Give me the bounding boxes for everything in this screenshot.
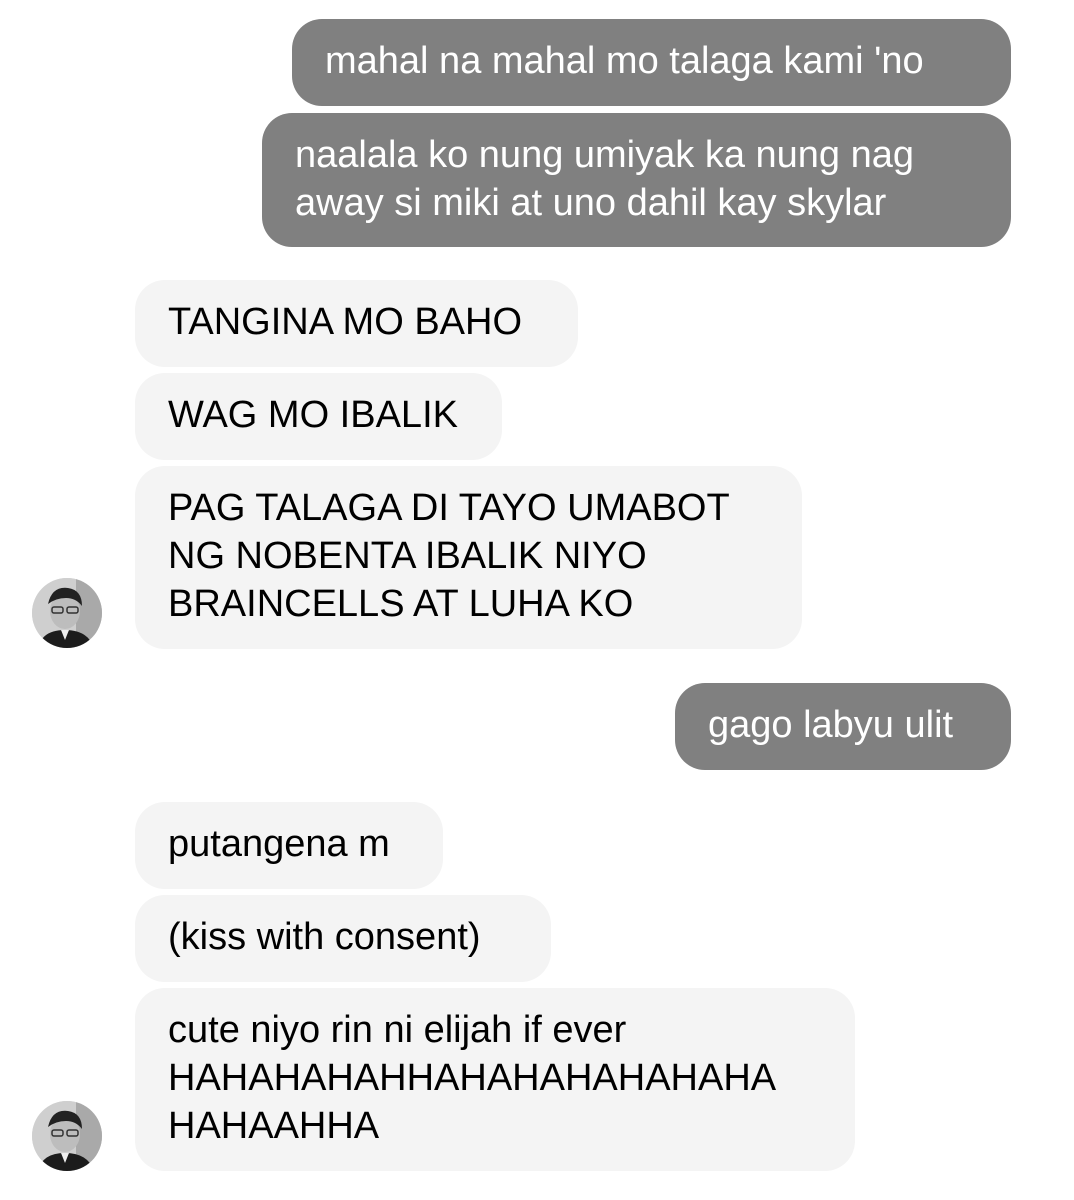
- outgoing-message-bubble[interactable]: mahal na mahal mo talaga kami 'no: [292, 19, 1011, 106]
- person-photo-icon: [32, 1101, 102, 1171]
- incoming-message-bubble[interactable]: putangena m: [135, 802, 443, 889]
- outgoing-message-bubble[interactable]: naalala ko nung umiyak ka nung nag away …: [262, 113, 1011, 247]
- outgoing-message-bubble[interactable]: gago labyu ulit: [675, 683, 1011, 770]
- incoming-message-bubble[interactable]: (kiss with consent): [135, 895, 551, 982]
- person-photo-icon: [32, 578, 102, 648]
- incoming-message-bubble[interactable]: WAG MO IBALIK: [135, 373, 502, 460]
- incoming-message-bubble[interactable]: TANGINA MO BAHO: [135, 280, 578, 367]
- contact-avatar[interactable]: [32, 1101, 102, 1171]
- incoming-message-bubble[interactable]: PAG TALAGA DI TAYO UMABOT NG NOBENTA IBA…: [135, 466, 802, 649]
- contact-avatar[interactable]: [32, 578, 102, 648]
- incoming-message-bubble[interactable]: cute niyo rin ni elijah if ever HAHAHAHA…: [135, 988, 855, 1171]
